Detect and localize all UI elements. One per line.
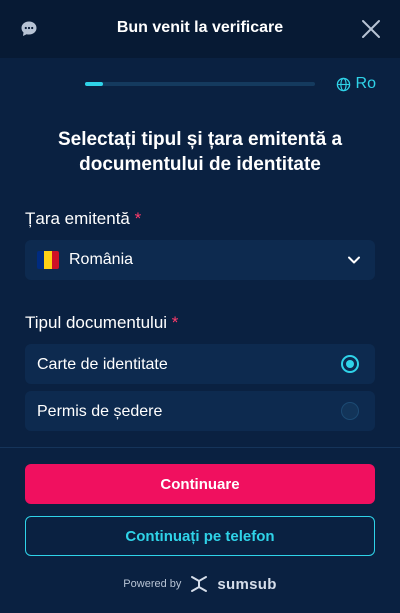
document-option-id-card[interactable]: Carte de identitate xyxy=(25,344,375,384)
document-type-label-text: Tipul documentului xyxy=(25,313,168,332)
divider xyxy=(0,447,400,448)
country-select[interactable]: România xyxy=(25,240,375,280)
close-icon[interactable] xyxy=(360,18,382,40)
document-type-label: Tipul documentului * xyxy=(25,313,178,333)
language-label: Ro xyxy=(355,75,376,92)
continue-button[interactable]: Continuare xyxy=(25,464,375,504)
chevron-down-icon xyxy=(348,256,360,264)
header-title: Bun venit la verificare xyxy=(116,19,284,36)
language-selector[interactable]: Ro xyxy=(336,75,376,93)
powered-by-text: Powered by xyxy=(123,578,182,590)
flag-stripe xyxy=(44,251,52,269)
option-label: Permis de ședere xyxy=(37,403,163,420)
country-label-text: Țara emitentă xyxy=(25,209,130,228)
option-label: Carte de identitate xyxy=(37,356,168,373)
globe-icon xyxy=(336,77,350,91)
header-bar: Bun venit la verificare xyxy=(0,0,400,58)
powered-by-footer: Powered by sumsub xyxy=(0,572,400,596)
continue-on-phone-button[interactable]: Continuați pe telefon xyxy=(25,516,375,556)
required-mark: * xyxy=(134,209,142,228)
country-label: Țara emitentă * xyxy=(25,209,141,229)
document-option-residence-permit[interactable]: Permis de ședere xyxy=(25,391,375,431)
romania-flag-icon xyxy=(37,251,59,269)
radio-unselected[interactable] xyxy=(341,402,359,420)
sumsub-brand: sumsub xyxy=(217,575,277,593)
country-select-value: România xyxy=(69,251,134,268)
sumsub-logo-icon xyxy=(191,576,208,592)
progress-fill xyxy=(85,82,104,86)
page-title: Selectați tipul și țara emitentă a docum… xyxy=(57,129,343,175)
flag-stripe xyxy=(37,251,45,269)
progress-bar xyxy=(85,82,315,86)
flag-stripe xyxy=(51,251,59,269)
required-mark: * xyxy=(171,313,179,332)
radio-selected[interactable] xyxy=(341,355,359,373)
